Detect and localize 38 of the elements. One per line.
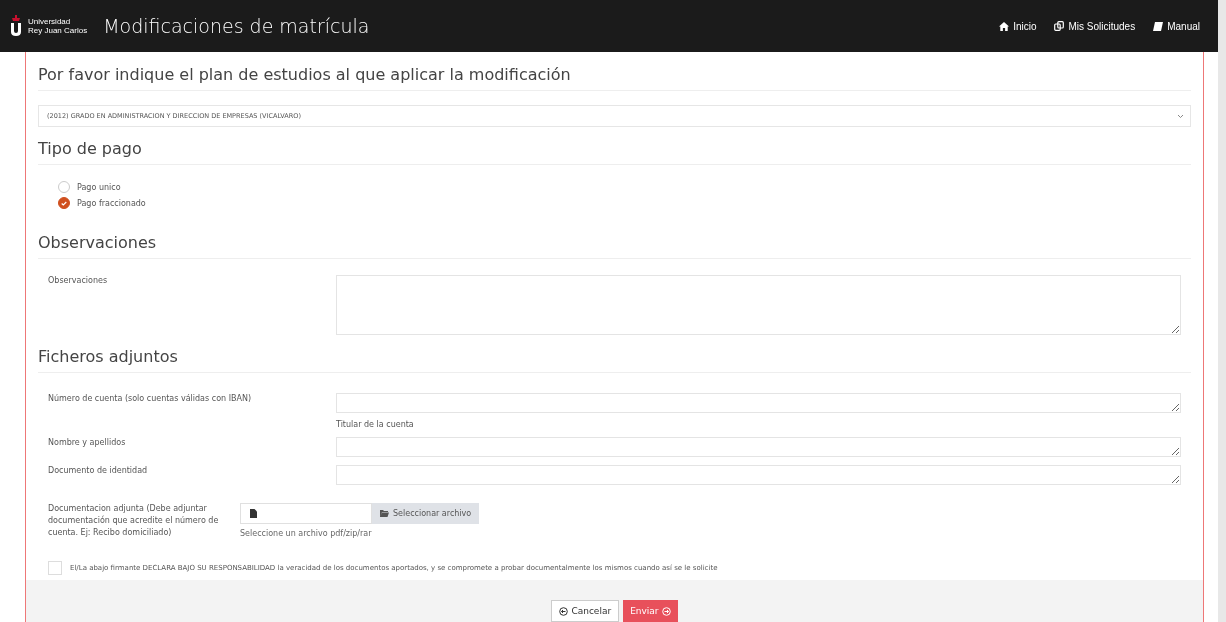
file-input[interactable] [240, 503, 372, 524]
submit-button[interactable]: Enviar [623, 600, 678, 622]
nav-link[interactable]: Manual [1153, 20, 1200, 32]
home-icon [999, 21, 1010, 31]
university-logo-icon [10, 15, 22, 37]
circle-arrow-left-icon [559, 606, 569, 616]
nav-link[interactable]: Inicio [999, 20, 1037, 32]
field-note: Titular de la cuenta [336, 420, 415, 429]
book-icon [1153, 21, 1164, 31]
section-heading: Tipo de pago [38, 127, 1191, 165]
text-field[interactable] [336, 393, 1181, 413]
radio-button[interactable] [58, 197, 70, 209]
file-hint: Seleccione un archivo pdf/zip/rar [240, 529, 373, 538]
university-name: Universidad Rey Juan Carlos [28, 17, 88, 35]
text-field[interactable] [336, 275, 1181, 335]
select-file-button[interactable]: Seleccionar archivo [372, 503, 480, 524]
cancel-button[interactable]: Cancelar [551, 600, 620, 622]
field-label: Documentacion adjunta (Debe adjuntar documentación que acredite el número de cuenta. Ej: Recibo domiciliado) [48, 503, 220, 539]
chevron-down-icon [1177, 113, 1184, 119]
text-field[interactable] [336, 437, 1181, 457]
field-label: Nombre y apellidos [48, 437, 127, 449]
text-field[interactable] [336, 465, 1181, 485]
checkbox[interactable] [48, 561, 62, 575]
circle-arrow-right-icon [661, 606, 671, 616]
copy-icon [1054, 21, 1065, 31]
check-icon [61, 200, 67, 206]
folder-icon [380, 510, 389, 517]
nav-link[interactable]: Mis Solicitudes [1054, 20, 1136, 32]
section-heading: Observaciones [38, 221, 1191, 259]
field-label: Documento de identidad [48, 465, 149, 477]
section-heading: Ficheros adjuntos [38, 335, 1191, 373]
radio-label: Pago fraccionado [77, 198, 146, 208]
section-heading: Por favor indique el plan de estudios al que aplicar la modificación [38, 52, 1191, 91]
file-icon [250, 509, 257, 518]
radio-label: Pago unico [77, 182, 121, 192]
field-label: Observaciones [48, 275, 109, 287]
page-title: Modificaciones de matrícula [103, 15, 370, 37]
field-label: Número de cuenta (solo cuentas válidas con IBAN) [48, 393, 253, 405]
